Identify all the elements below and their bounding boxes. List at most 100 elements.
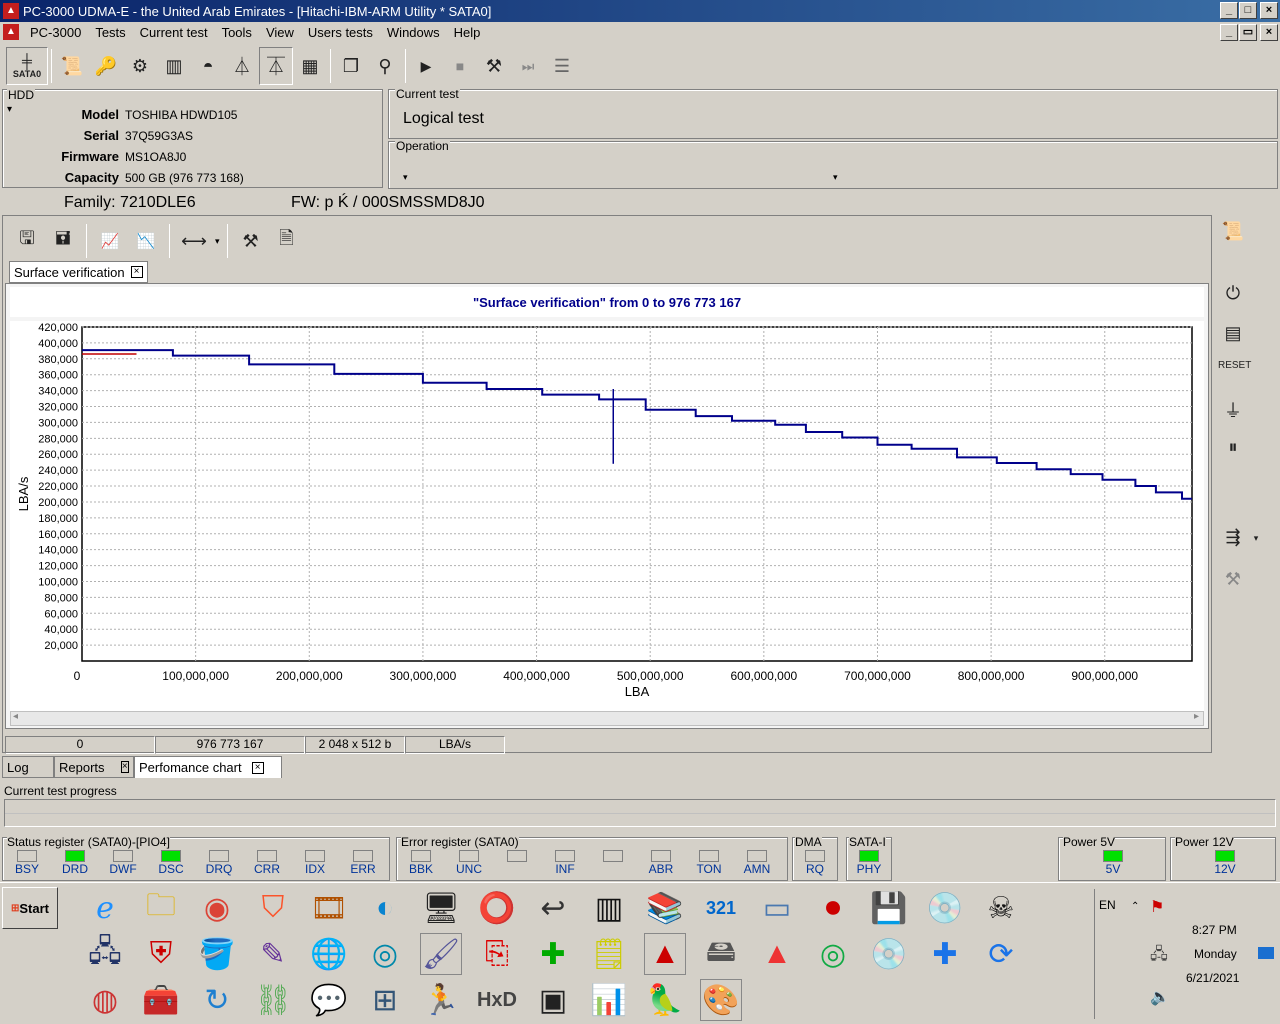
scroll-right-icon[interactable]: ▸ [1194,711,1199,722]
diagram-icon[interactable]: ⊞ [364,979,406,1021]
seagate-icon[interactable]: ◎ [364,933,406,975]
parrot-icon[interactable]: 🦜 [644,979,686,1021]
drive-icon[interactable]: ◓ [191,47,225,85]
mdi-close-button[interactable]: × [1260,24,1278,41]
mdi-restore-button[interactable]: ▭ [1239,24,1257,41]
refresh-icon[interactable]: ↻ [196,979,238,1021]
chart-app-icon[interactable]: 📊 [588,979,630,1021]
disk-search-icon[interactable]: 💿 [924,887,966,929]
grid-icon[interactable]: ▦ [293,47,327,85]
scroll-doc-icon[interactable]: 📜 [1218,221,1248,242]
tune-icon[interactable]: ⇶ [1218,527,1248,548]
clock-date[interactable]: 6/21/2021 [1186,971,1239,985]
shield-icon[interactable]: ⛨ [140,933,182,975]
sync-icon[interactable]: ⟳ [980,933,1022,975]
list-icon[interactable]: ☰ [545,47,579,85]
board-icon[interactable]: ▤ [1218,323,1248,344]
app-menu-icon[interactable]: ▲ [3,24,19,40]
tab-surface-verification[interactable]: Surface verification × [9,261,148,283]
tab-performance-chart[interactable]: Perfomance chart × [134,756,282,778]
copy-windows-icon[interactable]: ❐ [334,47,368,85]
edge-icon[interactable]: ◐ [364,887,406,929]
stop-icon[interactable]: ■ [443,47,477,85]
books-icon[interactable]: 📚 [644,887,686,929]
clock-time[interactable]: 8:27 PM [1192,923,1237,937]
processor-icon[interactable]: ▣ [532,979,574,1021]
menu-pc3000[interactable]: PC-3000 [23,25,88,40]
hdd-icon[interactable]: 🖴 [700,933,742,975]
close-icon[interactable]: × [120,761,129,773]
brave-icon[interactable]: ⛉ [252,887,294,929]
range-dropdown-icon[interactable]: ▾ [215,236,220,247]
disc-icon[interactable]: 💿 [868,933,910,975]
chart-rise-icon[interactable]: 📈 [94,222,126,260]
flag-icon[interactable]: ⚑ [1150,897,1164,917]
pyramid-icon[interactable]: ▲ [756,933,798,975]
app-icon-r3-1[interactable]: ◍ [84,979,126,1021]
logical-test-icon[interactable]: ⏄ [259,47,293,85]
maximize-button[interactable]: □ [1239,2,1257,19]
paint-icon[interactable]: 🖌 [420,933,462,975]
scroll-icon[interactable]: 📜 [55,47,89,85]
palette-icon[interactable]: 🎨 [700,979,742,1021]
tray-expand-icon[interactable]: ⌃ [1131,901,1139,912]
wrench-icon[interactable]: ⚒ [1218,569,1248,590]
play-icon[interactable]: ▶ [409,47,443,85]
clock-day[interactable]: Monday [1194,947,1237,961]
speech-bubble-icon[interactable]: 💬 [308,979,350,1021]
minimize-button[interactable]: _ [1220,2,1238,19]
target-icon[interactable]: ◎ [812,933,854,975]
menu-windows[interactable]: Windows [380,25,447,40]
opera-icon[interactable]: ⭕ [476,887,518,929]
tab-log[interactable]: Log [2,756,54,778]
chip-icon[interactable]: ▥ [157,47,191,85]
menu-users-tests[interactable]: Users tests [301,25,380,40]
chart-horizontal-scrollbar[interactable]: ◂ ▸ [10,711,1204,726]
settings-tools-icon[interactable]: ⚒ [235,222,267,260]
chain-icon[interactable]: ⛓ [252,979,294,1021]
close-button[interactable]: × [1260,2,1278,19]
skull-icon[interactable]: ☠ [980,887,1022,929]
plus-icon[interactable]: ✚ [532,933,574,975]
sata-port-button[interactable]: ╪ SATA0 [6,47,48,85]
operation-dropdown-icon[interactable]: ▾ [403,172,408,183]
menu-help[interactable]: Help [447,25,488,40]
save-icon[interactable]: 🖫 [11,222,43,260]
operation-dropdown-icon-2[interactable]: ▾ [833,172,838,183]
menu-tools[interactable]: Tools [215,25,259,40]
skip-icon[interactable]: ⏭ [511,47,545,85]
close-icon[interactable]: × [251,761,264,774]
bucket-icon[interactable]: 🪣 [196,933,238,975]
countdown-321-icon[interactable]: 321 [700,887,742,929]
folder-icon[interactable]: 🗀 [140,887,182,929]
range-icon[interactable]: ⟷ [177,222,211,260]
close-icon[interactable]: × [130,266,143,278]
report-icon[interactable]: 🗎 [271,222,303,260]
probe-icon[interactable]: ⏚ [1218,397,1248,423]
walker-icon[interactable]: ⚲ [368,47,402,85]
network-icon[interactable]: 🖧 [84,933,126,975]
volume-icon[interactable]: 🔈 [1150,987,1170,1007]
chart-fall-icon[interactable]: 📉 [130,222,162,260]
key-icon[interactable]: 🔑 [89,47,123,85]
scroll-left-icon[interactable]: ◂ [13,711,18,722]
internet-explorer-icon[interactable]: ℯ [84,887,126,929]
language-indicator[interactable]: EN [1099,898,1116,912]
tab-reports[interactable]: Reports × [54,756,134,778]
globe-icon[interactable]: 🌐 [308,933,350,975]
medical-plus-icon[interactable]: ✚ [924,933,966,975]
hxd-icon[interactable]: HxD [476,979,518,1021]
tools-icon[interactable]: ⚒ [477,47,511,85]
power-icon[interactable]: ⏻ [1218,283,1248,304]
chrome-icon[interactable]: ◉ [196,887,238,929]
floppy-icon[interactable]: 💾 [868,887,910,929]
reset-icon[interactable]: RESET [1218,360,1251,371]
note-icon[interactable]: 🗒 [588,933,630,975]
chip-app-icon[interactable]: ▥ [588,887,630,929]
tune-dropdown-icon[interactable]: ▾ [1250,533,1262,544]
monitor-icon[interactable]: ▭ [756,887,798,929]
record-icon[interactable]: ⏺ [812,887,854,929]
menu-tests[interactable]: Tests [88,25,132,40]
menu-current-test[interactable]: Current test [133,25,215,40]
menu-view[interactable]: View [259,25,301,40]
